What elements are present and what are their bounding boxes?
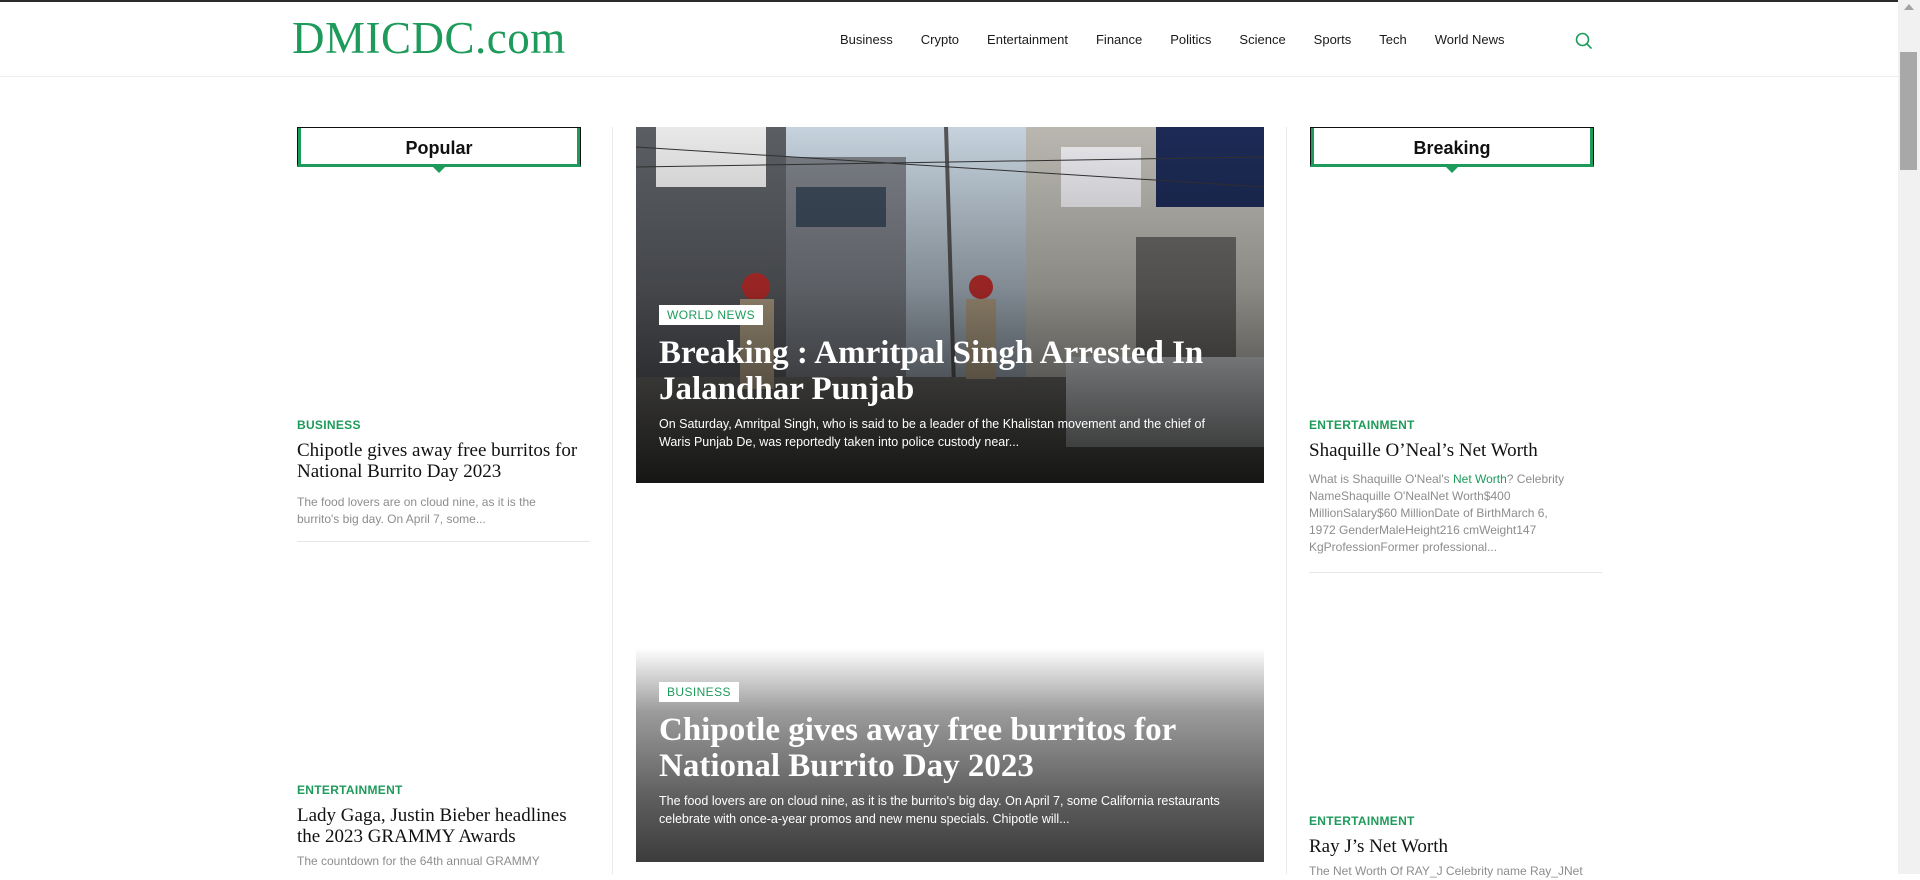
post-category-badge[interactable]: BUSINESS	[659, 682, 739, 702]
nav-politics[interactable]: Politics	[1170, 32, 1211, 47]
nav-world-news[interactable]: World News	[1435, 32, 1505, 47]
scrollbar-thumb[interactable]	[1900, 52, 1917, 170]
popular-heading-label: Popular	[405, 138, 473, 158]
site-header: DMICDC.com Business Crypto Entertainment…	[0, 2, 1898, 77]
popular-heading: Popular	[297, 127, 581, 173]
nav-science[interactable]: Science	[1239, 32, 1285, 47]
featured-post-title[interactable]: Breaking : Amritpal Singh Arrested In Ja…	[659, 335, 1234, 407]
post-excerpt: The Net Worth Of RAY_J Celebrity name Ra…	[1309, 864, 1583, 878]
heading-arrow	[1446, 167, 1458, 173]
featured-post-excerpt: The food lovers are on cloud nine, as it…	[659, 794, 1220, 826]
breaking-post[interactable]: ENTERTAINMENT Ray J’s Net Worth The Net …	[1309, 814, 1601, 880]
post-excerpt: The countdown for the 64th annual GRAMMY	[297, 854, 540, 868]
post-title[interactable]: Shaquille O’Neal’s Net Worth	[1309, 440, 1601, 461]
post-excerpt: What is Shaquille O'Neal's Net Worth? Ce…	[1309, 471, 1569, 556]
post-title[interactable]: Ray J’s Net Worth	[1309, 836, 1601, 857]
featured-post-body: WORLD NEWS Breaking : Amritpal Singh Arr…	[659, 305, 1234, 451]
net-worth-link[interactable]: Net Worth	[1453, 472, 1507, 486]
column-divider	[612, 127, 613, 874]
divider	[297, 541, 590, 542]
heading-arrow	[433, 167, 445, 173]
featured-post-title[interactable]: Chipotle gives away free burritos for Na…	[659, 712, 1234, 784]
excerpt-text: What is Shaquille O'Neal's	[1309, 472, 1453, 486]
post-category[interactable]: BUSINESS	[297, 418, 589, 432]
post-category[interactable]: ENTERTAINMENT	[1309, 418, 1601, 432]
featured-post-excerpt: On Saturday, Amritpal Singh, who is said…	[659, 417, 1205, 449]
post-category[interactable]: ENTERTAINMENT	[297, 783, 589, 797]
nav-finance[interactable]: Finance	[1096, 32, 1142, 47]
post-excerpt: The food lovers are on cloud nine, as it…	[297, 495, 536, 526]
breaking-post[interactable]: ENTERTAINMENT Shaquille O’Neal’s Net Wor…	[1309, 418, 1601, 556]
popular-post[interactable]: ENTERTAINMENT Lady Gaga, Justin Bieber h…	[297, 783, 589, 870]
featured-post-card[interactable]: BUSINESS Chipotle gives away free burrit…	[636, 648, 1264, 862]
featured-post-card[interactable]: WORLD NEWS Breaking : Amritpal Singh Arr…	[636, 127, 1264, 483]
post-title[interactable]: Chipotle gives away free burritos for Na…	[297, 440, 589, 482]
nav-entertainment[interactable]: Entertainment	[987, 32, 1068, 47]
nav-crypto[interactable]: Crypto	[921, 32, 959, 47]
divider	[1309, 572, 1602, 573]
page-scrollbar[interactable]	[1898, 0, 1920, 874]
scroll-up-icon[interactable]	[1904, 4, 1914, 10]
breaking-heading-label: Breaking	[1413, 138, 1491, 158]
main-nav: Business Crypto Entertainment Finance Po…	[840, 32, 1533, 47]
post-title[interactable]: Lady Gaga, Justin Bieber headlines the 2…	[297, 805, 589, 847]
breaking-heading: Breaking	[1310, 127, 1594, 173]
nav-tech[interactable]: Tech	[1379, 32, 1406, 47]
popular-post[interactable]: BUSINESS Chipotle gives away free burrit…	[297, 418, 589, 528]
post-category-badge[interactable]: WORLD NEWS	[659, 305, 763, 325]
post-category[interactable]: ENTERTAINMENT	[1309, 814, 1601, 828]
nav-sports[interactable]: Sports	[1314, 32, 1352, 47]
nav-business[interactable]: Business	[840, 32, 893, 47]
site-logo[interactable]: DMICDC.com	[292, 16, 566, 61]
featured-post-body: BUSINESS Chipotle gives away free burrit…	[659, 682, 1234, 828]
column-divider	[1286, 127, 1287, 874]
search-icon[interactable]	[1574, 31, 1594, 51]
